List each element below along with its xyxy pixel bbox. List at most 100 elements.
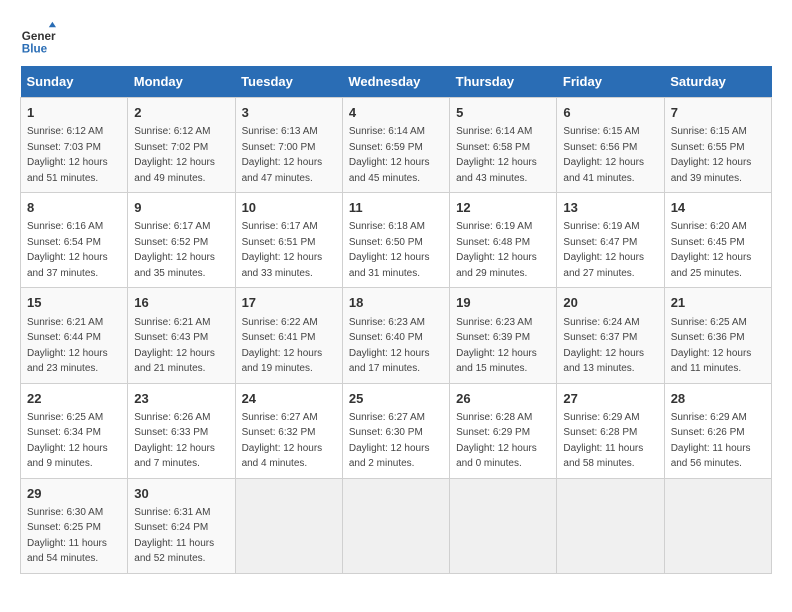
day-number: 5: [456, 104, 550, 122]
cell-content: Sunrise: 6:29 AMSunset: 6:26 PMDaylight:…: [671, 412, 751, 470]
table-row: [235, 478, 342, 573]
day-number: 17: [242, 294, 336, 312]
table-row: 11 Sunrise: 6:18 AMSunset: 6:50 PMDaylig…: [342, 193, 449, 288]
cell-content: Sunrise: 6:26 AMSunset: 6:33 PMDaylight:…: [134, 412, 215, 470]
table-row: 25 Sunrise: 6:27 AMSunset: 6:30 PMDaylig…: [342, 383, 449, 478]
cell-content: Sunrise: 6:20 AMSunset: 6:45 PMDaylight:…: [671, 221, 752, 279]
cell-content: Sunrise: 6:14 AMSunset: 6:59 PMDaylight:…: [349, 126, 430, 184]
table-row: 22 Sunrise: 6:25 AMSunset: 6:34 PMDaylig…: [21, 383, 128, 478]
page-header: General Blue: [20, 20, 772, 56]
col-wednesday: Wednesday: [342, 66, 449, 98]
svg-text:General: General: [22, 30, 56, 43]
table-row: 1 Sunrise: 6:12 AMSunset: 7:03 PMDayligh…: [21, 98, 128, 193]
day-number: 21: [671, 294, 765, 312]
cell-content: Sunrise: 6:17 AMSunset: 6:52 PMDaylight:…: [134, 221, 215, 279]
day-number: 26: [456, 390, 550, 408]
table-row: 9 Sunrise: 6:17 AMSunset: 6:52 PMDayligh…: [128, 193, 235, 288]
day-number: 25: [349, 390, 443, 408]
day-number: 29: [27, 485, 121, 503]
cell-content: Sunrise: 6:12 AMSunset: 7:02 PMDaylight:…: [134, 126, 215, 184]
day-number: 24: [242, 390, 336, 408]
table-row: 5 Sunrise: 6:14 AMSunset: 6:58 PMDayligh…: [450, 98, 557, 193]
cell-content: Sunrise: 6:21 AMSunset: 6:43 PMDaylight:…: [134, 317, 215, 375]
day-number: 23: [134, 390, 228, 408]
cell-content: Sunrise: 6:27 AMSunset: 6:32 PMDaylight:…: [242, 412, 323, 470]
day-number: 1: [27, 104, 121, 122]
day-number: 27: [563, 390, 657, 408]
table-row: 24 Sunrise: 6:27 AMSunset: 6:32 PMDaylig…: [235, 383, 342, 478]
day-number: 28: [671, 390, 765, 408]
cell-content: Sunrise: 6:31 AMSunset: 6:24 PMDaylight:…: [134, 507, 214, 565]
day-number: 3: [242, 104, 336, 122]
calendar-row: 8 Sunrise: 6:16 AMSunset: 6:54 PMDayligh…: [21, 193, 772, 288]
day-number: 19: [456, 294, 550, 312]
cell-content: Sunrise: 6:29 AMSunset: 6:28 PMDaylight:…: [563, 412, 643, 470]
cell-content: Sunrise: 6:23 AMSunset: 6:40 PMDaylight:…: [349, 317, 430, 375]
day-number: 7: [671, 104, 765, 122]
table-row: 15 Sunrise: 6:21 AMSunset: 6:44 PMDaylig…: [21, 288, 128, 383]
col-tuesday: Tuesday: [235, 66, 342, 98]
day-number: 18: [349, 294, 443, 312]
calendar-row: 15 Sunrise: 6:21 AMSunset: 6:44 PMDaylig…: [21, 288, 772, 383]
day-number: 8: [27, 199, 121, 217]
cell-content: Sunrise: 6:15 AMSunset: 6:55 PMDaylight:…: [671, 126, 752, 184]
cell-content: Sunrise: 6:27 AMSunset: 6:30 PMDaylight:…: [349, 412, 430, 470]
table-row: 27 Sunrise: 6:29 AMSunset: 6:28 PMDaylig…: [557, 383, 664, 478]
table-row: [557, 478, 664, 573]
cell-content: Sunrise: 6:14 AMSunset: 6:58 PMDaylight:…: [456, 126, 537, 184]
header-row: Sunday Monday Tuesday Wednesday Thursday…: [21, 66, 772, 98]
col-monday: Monday: [128, 66, 235, 98]
svg-text:Blue: Blue: [22, 42, 48, 55]
table-row: 4 Sunrise: 6:14 AMSunset: 6:59 PMDayligh…: [342, 98, 449, 193]
col-thursday: Thursday: [450, 66, 557, 98]
col-saturday: Saturday: [664, 66, 771, 98]
table-row: 10 Sunrise: 6:17 AMSunset: 6:51 PMDaylig…: [235, 193, 342, 288]
cell-content: Sunrise: 6:28 AMSunset: 6:29 PMDaylight:…: [456, 412, 537, 470]
cell-content: Sunrise: 6:18 AMSunset: 6:50 PMDaylight:…: [349, 221, 430, 279]
day-number: 10: [242, 199, 336, 217]
cell-content: Sunrise: 6:15 AMSunset: 6:56 PMDaylight:…: [563, 126, 644, 184]
table-row: 16 Sunrise: 6:21 AMSunset: 6:43 PMDaylig…: [128, 288, 235, 383]
cell-content: Sunrise: 6:12 AMSunset: 7:03 PMDaylight:…: [27, 126, 108, 184]
col-friday: Friday: [557, 66, 664, 98]
table-row: 29 Sunrise: 6:30 AMSunset: 6:25 PMDaylig…: [21, 478, 128, 573]
day-number: 30: [134, 485, 228, 503]
cell-content: Sunrise: 6:25 AMSunset: 6:34 PMDaylight:…: [27, 412, 108, 470]
day-number: 12: [456, 199, 550, 217]
table-row: 19 Sunrise: 6:23 AMSunset: 6:39 PMDaylig…: [450, 288, 557, 383]
table-row: 14 Sunrise: 6:20 AMSunset: 6:45 PMDaylig…: [664, 193, 771, 288]
day-number: 22: [27, 390, 121, 408]
table-row: [342, 478, 449, 573]
cell-content: Sunrise: 6:22 AMSunset: 6:41 PMDaylight:…: [242, 317, 323, 375]
cell-content: Sunrise: 6:19 AMSunset: 6:48 PMDaylight:…: [456, 221, 537, 279]
cell-content: Sunrise: 6:16 AMSunset: 6:54 PMDaylight:…: [27, 221, 108, 279]
table-row: 2 Sunrise: 6:12 AMSunset: 7:02 PMDayligh…: [128, 98, 235, 193]
day-number: 15: [27, 294, 121, 312]
logo-icon: General Blue: [20, 20, 56, 56]
table-row: 3 Sunrise: 6:13 AMSunset: 7:00 PMDayligh…: [235, 98, 342, 193]
table-row: [450, 478, 557, 573]
cell-content: Sunrise: 6:17 AMSunset: 6:51 PMDaylight:…: [242, 221, 323, 279]
day-number: 16: [134, 294, 228, 312]
cell-content: Sunrise: 6:23 AMSunset: 6:39 PMDaylight:…: [456, 317, 537, 375]
table-row: 26 Sunrise: 6:28 AMSunset: 6:29 PMDaylig…: [450, 383, 557, 478]
table-row: [664, 478, 771, 573]
table-row: 13 Sunrise: 6:19 AMSunset: 6:47 PMDaylig…: [557, 193, 664, 288]
day-number: 9: [134, 199, 228, 217]
table-row: 8 Sunrise: 6:16 AMSunset: 6:54 PMDayligh…: [21, 193, 128, 288]
cell-content: Sunrise: 6:25 AMSunset: 6:36 PMDaylight:…: [671, 317, 752, 375]
day-number: 11: [349, 199, 443, 217]
table-row: 23 Sunrise: 6:26 AMSunset: 6:33 PMDaylig…: [128, 383, 235, 478]
table-row: 28 Sunrise: 6:29 AMSunset: 6:26 PMDaylig…: [664, 383, 771, 478]
logo: General Blue: [20, 20, 56, 56]
table-row: 17 Sunrise: 6:22 AMSunset: 6:41 PMDaylig…: [235, 288, 342, 383]
cell-content: Sunrise: 6:24 AMSunset: 6:37 PMDaylight:…: [563, 317, 644, 375]
cell-content: Sunrise: 6:30 AMSunset: 6:25 PMDaylight:…: [27, 507, 107, 565]
table-row: 30 Sunrise: 6:31 AMSunset: 6:24 PMDaylig…: [128, 478, 235, 573]
table-row: 7 Sunrise: 6:15 AMSunset: 6:55 PMDayligh…: [664, 98, 771, 193]
table-row: 12 Sunrise: 6:19 AMSunset: 6:48 PMDaylig…: [450, 193, 557, 288]
cell-content: Sunrise: 6:13 AMSunset: 7:00 PMDaylight:…: [242, 126, 323, 184]
day-number: 2: [134, 104, 228, 122]
calendar-row: 29 Sunrise: 6:30 AMSunset: 6:25 PMDaylig…: [21, 478, 772, 573]
day-number: 13: [563, 199, 657, 217]
